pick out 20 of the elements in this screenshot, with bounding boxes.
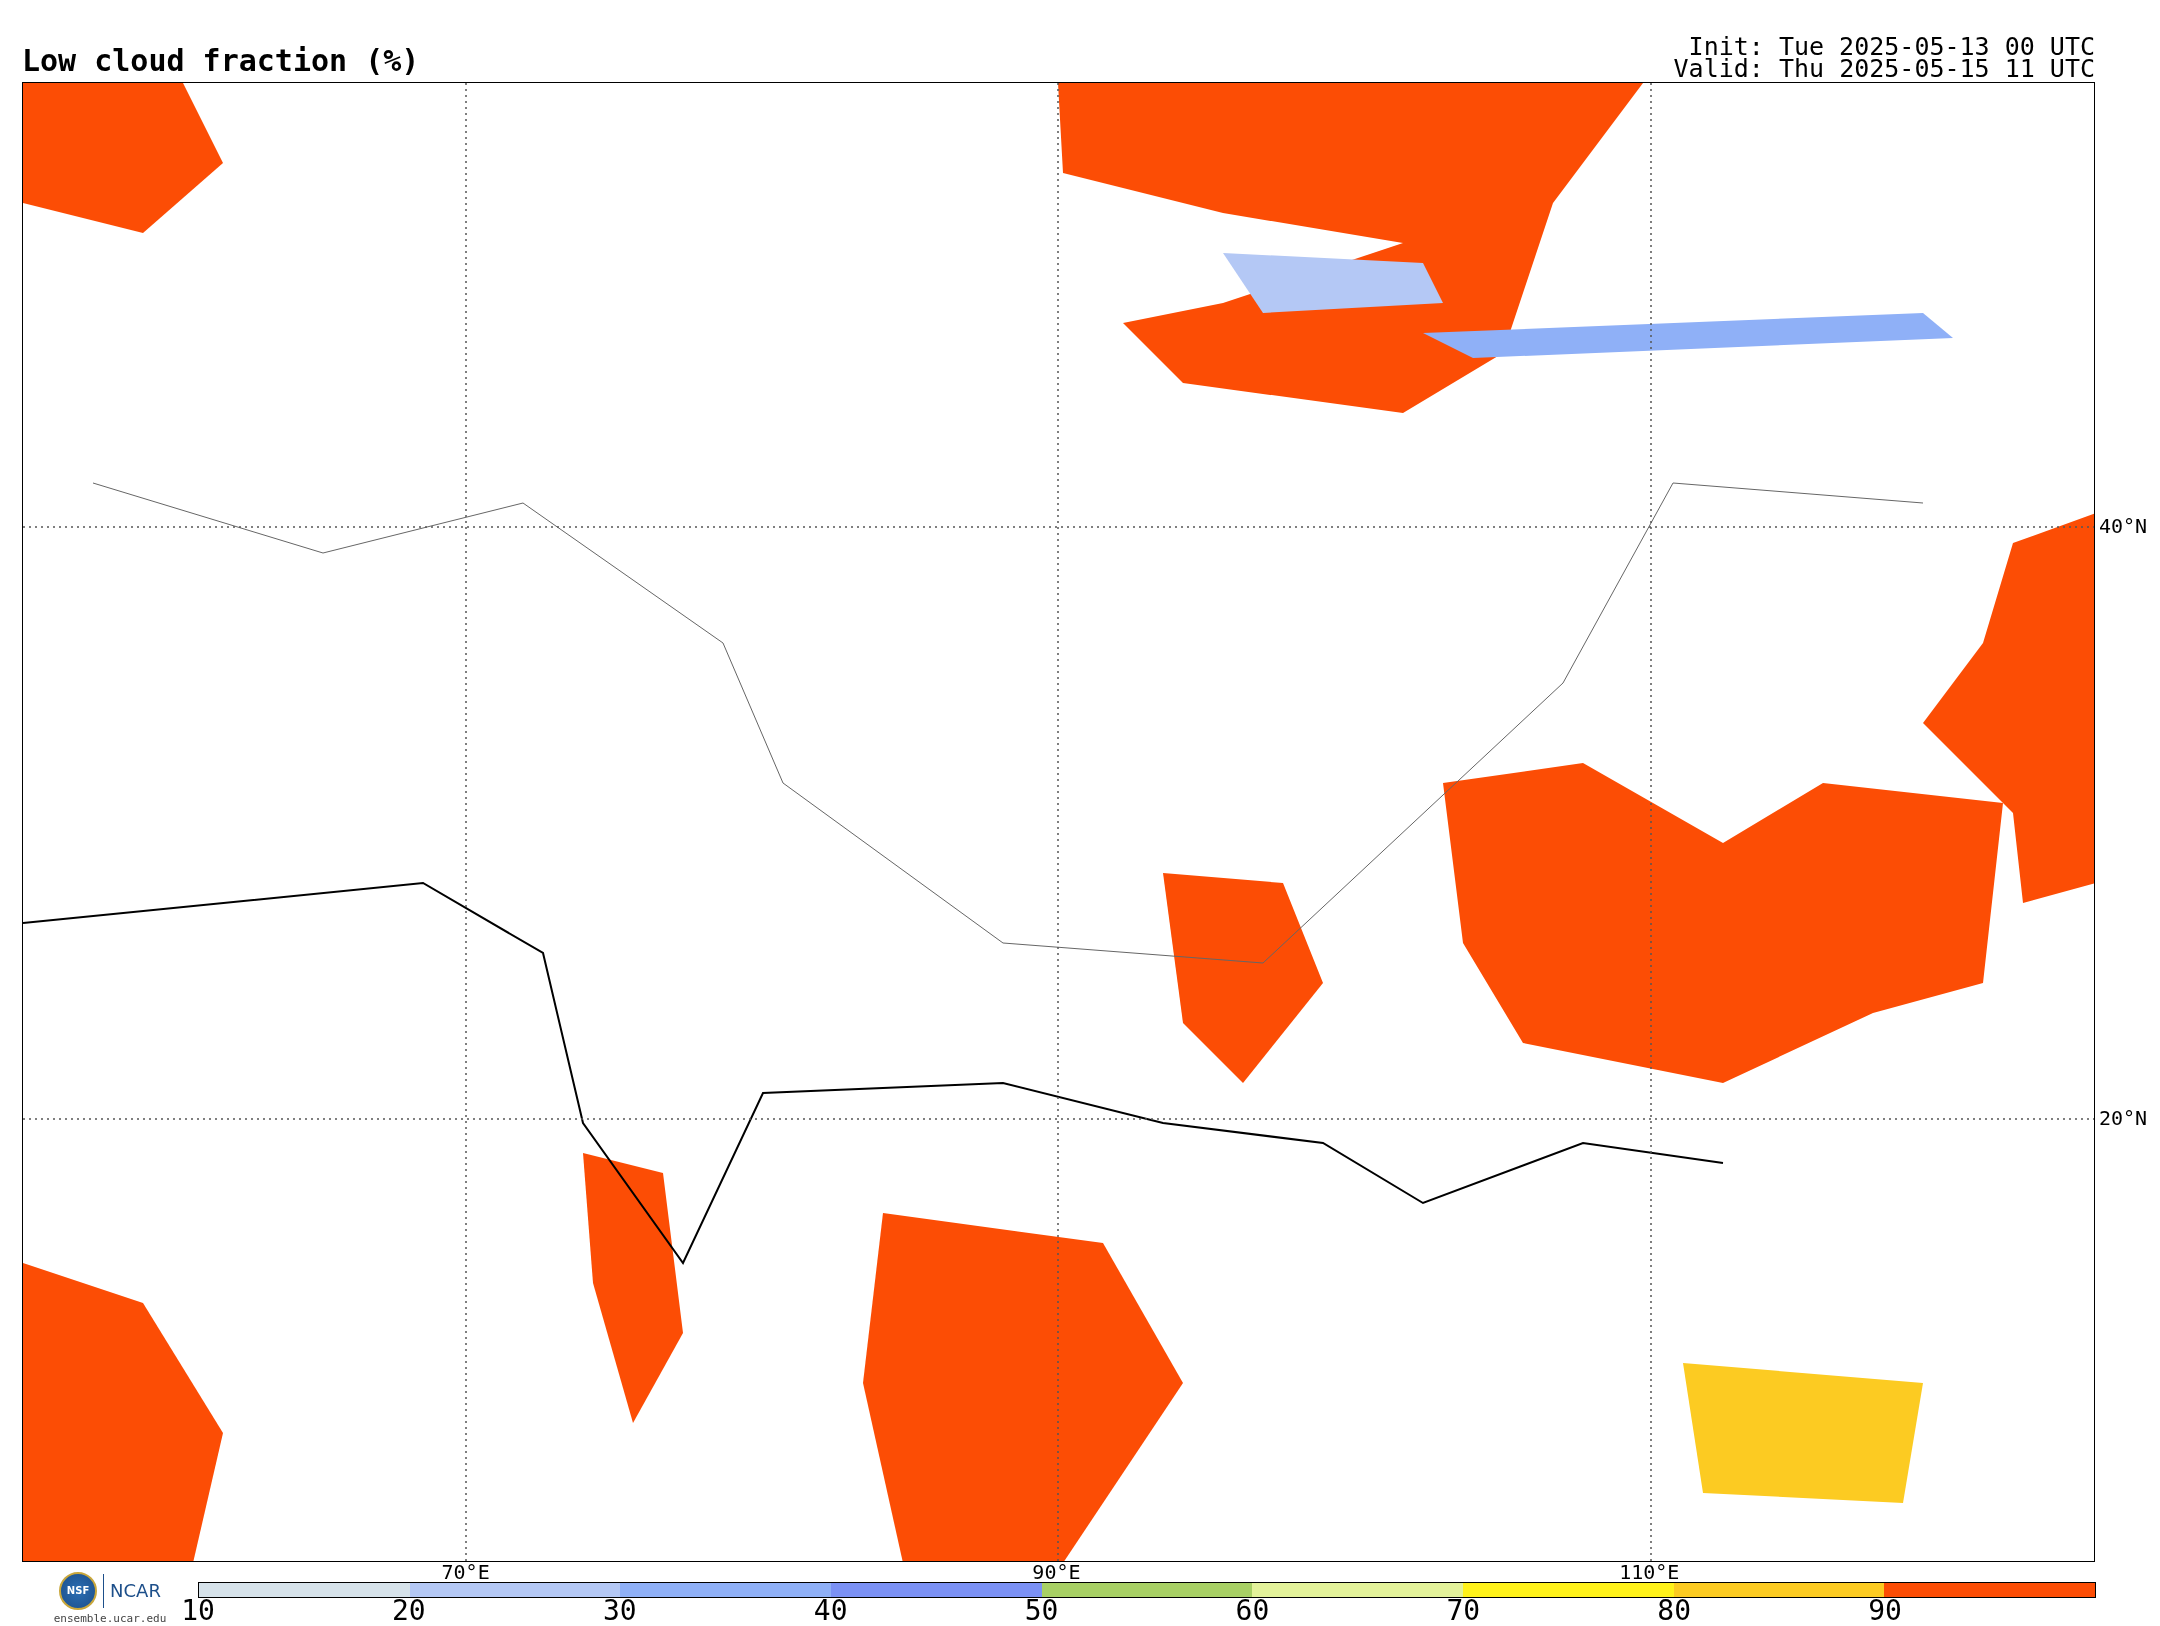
colorbar-tick-label: 60: [1235, 1596, 1270, 1626]
valid-time: Valid: Thu 2025-05-15 11 UTC: [1673, 58, 2095, 80]
colorbar-tick-label: 20: [392, 1596, 426, 1626]
colorbar-tick-label: 50: [1024, 1596, 1059, 1626]
longitude-label: 90°E: [1032, 1560, 1081, 1584]
colorbar-tick-label: 70: [1446, 1596, 1481, 1626]
chart-title: Low cloud fraction (%): [22, 46, 420, 80]
colorbar-tick-label: 90: [1868, 1596, 1902, 1626]
nsf-logo: NSF: [59, 1571, 98, 1610]
longitude-label: 70°E: [441, 1560, 490, 1584]
init-time: Init: Tue 2025-05-13 00 UTC: [1688, 36, 2095, 58]
site-url: ensemble.ucar.edu: [53, 1611, 167, 1625]
colorbar-tick-label: 30: [602, 1596, 637, 1626]
colorbar-tick-label: 10: [181, 1596, 215, 1626]
colorbar-tick-label: 80: [1657, 1596, 1692, 1626]
ncar-logo: NCAR: [110, 1580, 161, 1601]
latitude-label: 40°N: [2099, 514, 2148, 538]
latitude-label: 20°N: [2099, 1106, 2148, 1130]
longitude-label: 110°E: [1619, 1560, 1680, 1584]
colorbar-tick-label: 40: [813, 1596, 848, 1626]
